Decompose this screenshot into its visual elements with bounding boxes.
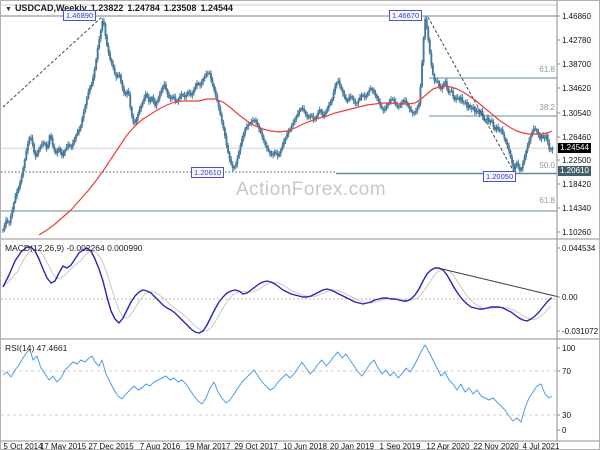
rsi-indicator-label[interactable]: RSI(14) 47.4661: [5, 343, 67, 353]
ohlc-close: 1.24544: [200, 3, 233, 13]
candle-wicks-series: [2, 15, 553, 233]
candle-bodies-series: [2, 18, 554, 231]
fib-label-50.0: 50.0: [539, 161, 555, 170]
price-axis-tick-label: 1.18420: [562, 180, 591, 189]
rsi-axis-tick-label: 30: [562, 411, 571, 420]
price-axis-tick-label: 1.14340: [562, 204, 591, 213]
level-label-1.46670[interactable]: 1.46670: [389, 10, 423, 21]
date-axis-label: 29 Oct 2017: [234, 442, 278, 450]
price-axis-tick-label: 1.26460: [562, 133, 591, 142]
ohlc-low: 1.23508: [163, 3, 197, 13]
macd-axis-tick-label: -0.031072: [562, 327, 599, 336]
date-axis-label: 22 Nov 2020: [473, 442, 519, 450]
current-price-badge: 1.24544: [558, 143, 591, 153]
level-label-1.46890[interactable]: 1.46890: [63, 10, 97, 21]
fib-label-61.8-upper: 61.8: [539, 65, 555, 74]
date-axis-label: 7 Aug 2016: [140, 442, 181, 450]
rsi-axis-tick-label: 100: [562, 344, 576, 353]
price-axis-tick-label: 1.38700: [562, 60, 591, 69]
rsi-axis-tick-label: 70: [562, 367, 571, 376]
date-axis-label: 5 Oct 2014: [3, 442, 43, 450]
date-axis-label: 17 May 2015: [40, 442, 87, 450]
price-axis-tick-label: 1.42780: [562, 36, 591, 45]
level-label-1.20610[interactable]: 1.20610: [191, 167, 225, 178]
macd-indicator-label[interactable]: MACD(12,26,9) -0.002264 0.000990: [5, 243, 143, 253]
price-axis-tick-label: 1.46860: [562, 12, 591, 21]
rsi-axis-tick-label: 0: [562, 426, 567, 435]
date-axis-label: 20 Jan 2019: [330, 442, 375, 450]
rsi-line: [2, 344, 553, 423]
date-axis-label: 1 Sep 2019: [380, 442, 421, 450]
collapse-chart-icon[interactable]: ▼: [5, 6, 12, 13]
date-axis-label: 10 Jun 2018: [283, 442, 328, 450]
falling-trendline-dashed: [427, 16, 515, 173]
macd-signal-line: [2, 248, 552, 332]
level-label-1.20050[interactable]: 1.20050: [483, 171, 517, 182]
macd-falling-trendline: [437, 267, 560, 298]
date-axis-label: 12 Apr 2020: [426, 442, 470, 450]
date-axis-label: 19 Mar 2017: [186, 442, 231, 450]
price-axis-tick-label: 1.22500: [562, 156, 591, 165]
macd-main-line: [2, 246, 553, 334]
price-axis-tick-label: 1.30540: [562, 109, 591, 118]
chart-title-bar: ▼ USDCAD,Weekly 1.23822 1.24784 1.23508 1.245…: [5, 3, 233, 13]
macd-axis-tick-label: 0.044534: [562, 244, 596, 253]
macd-axis-tick-label: 0.00: [562, 293, 578, 302]
date-axis-label: 27 Dec 2015: [88, 442, 134, 450]
support-level-badge: 1.20610: [558, 166, 591, 176]
price-axis-tick-label: 1.34620: [562, 84, 591, 93]
price-axis-tick-label: 1.10260: [562, 228, 591, 237]
forex-chart-window: ActionForex.com 1.46860 1.42780 1.38700 1.3…: [0, 0, 600, 450]
chart-canvas[interactable]: 1.46860 1.42780 1.38700 1.34620 1.30540 1.264…: [1, 1, 600, 450]
fib-label-38.2: 38.2: [539, 103, 555, 112]
fib-label-61.8-lower: 61.8: [539, 196, 555, 205]
date-axis-label: 4 Jul 2021: [523, 442, 560, 450]
ohlc-high: 1.24784: [127, 3, 160, 13]
